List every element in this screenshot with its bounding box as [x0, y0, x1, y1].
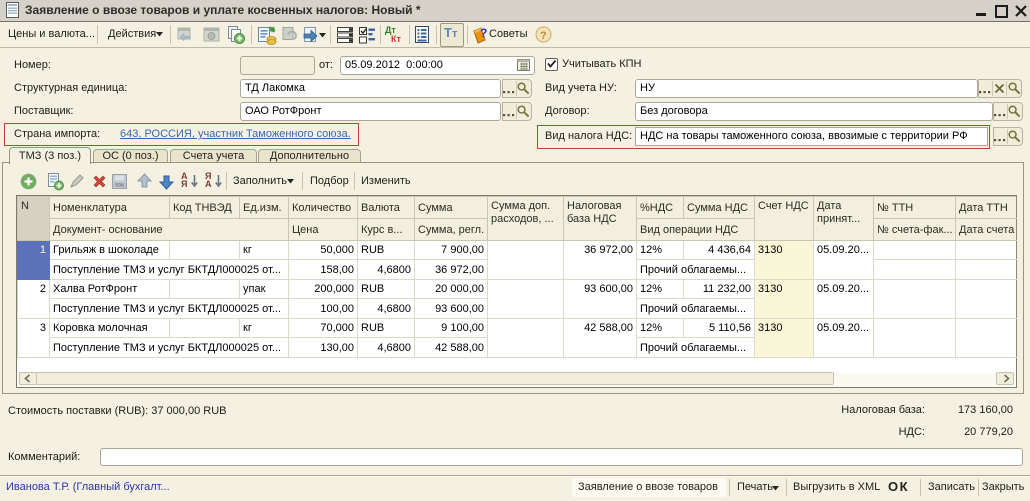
svg-text:ТОК: ТОК: [115, 183, 124, 188]
svg-text:?: ?: [480, 26, 487, 40]
svg-text:?: ?: [540, 30, 547, 42]
